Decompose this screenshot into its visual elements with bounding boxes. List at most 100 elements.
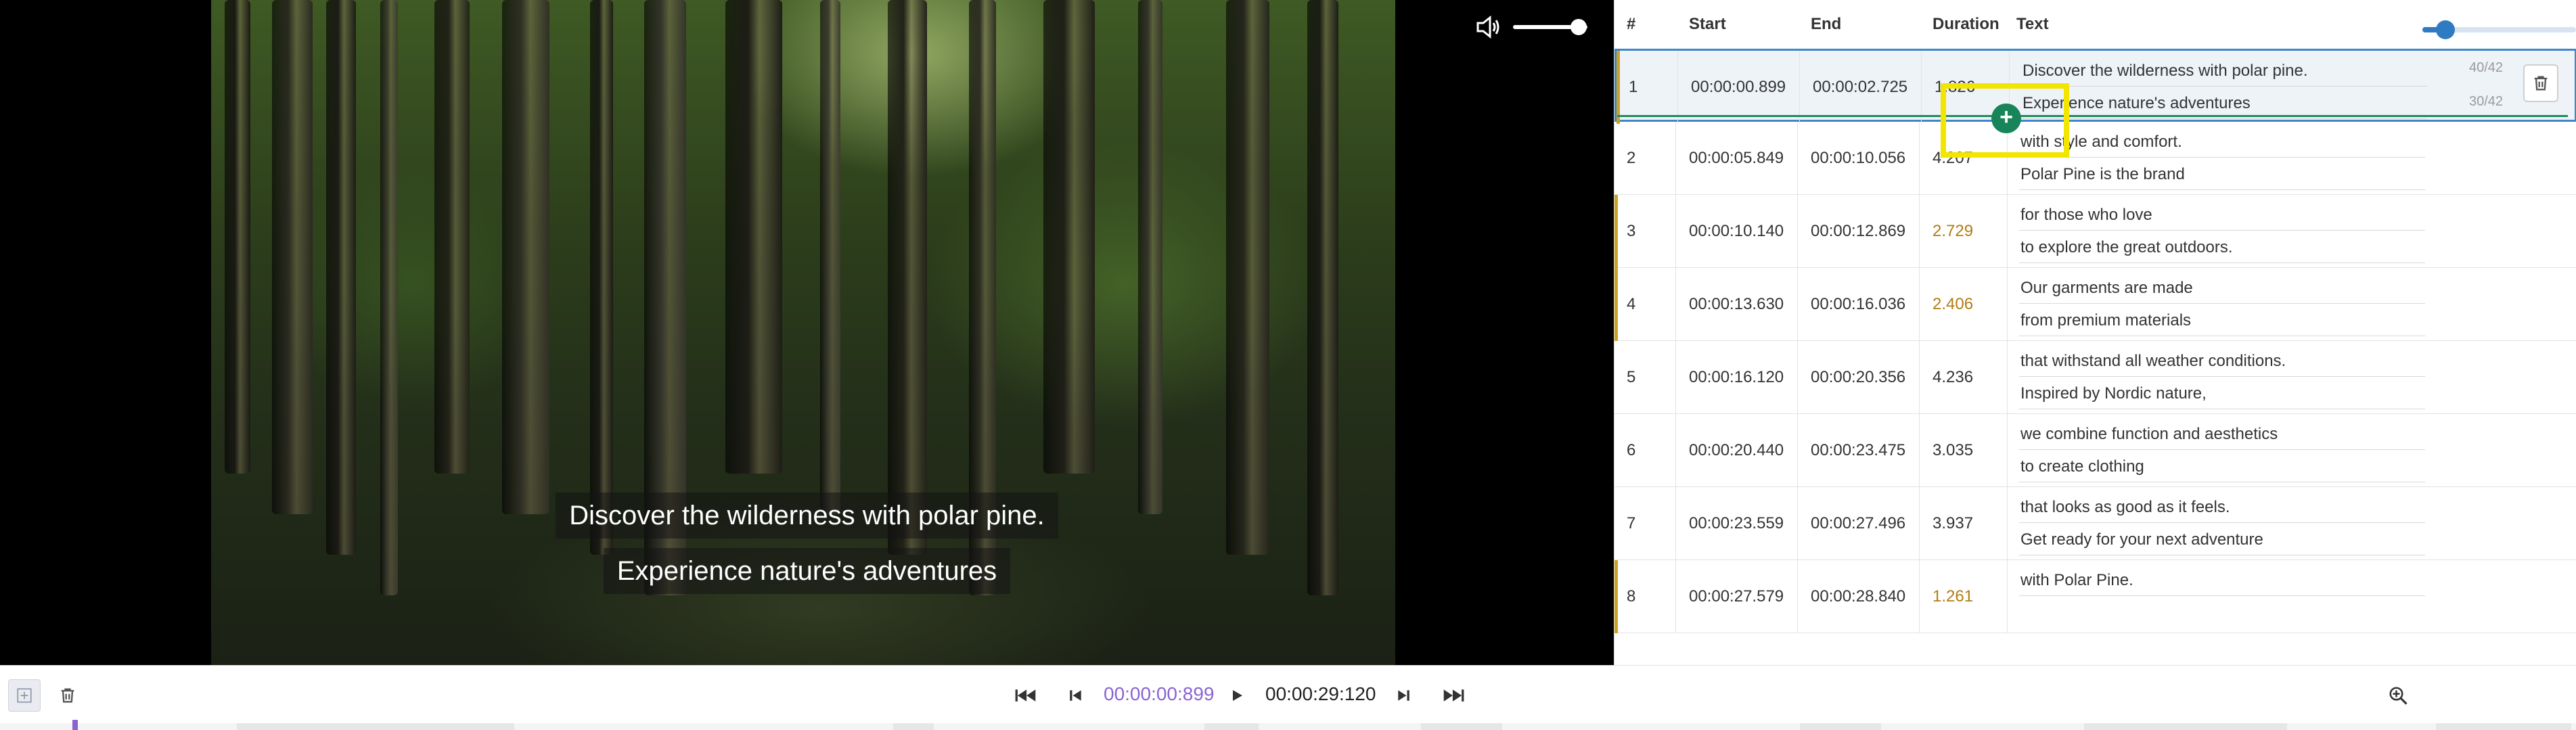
table-row[interactable]: 6 00:00:20.440 00:00:23.475 3.035 we combine… <box>1614 414 2576 487</box>
row-end-time: 00:00:20.356 <box>1811 368 1906 386</box>
subtitle-text-line-2[interactable]: to create clothing <box>2020 457 2144 476</box>
char-count-line-1: 40/42 <box>2469 60 2504 75</box>
timeline-segment[interactable] <box>893 723 934 730</box>
column-divider <box>1675 195 1676 268</box>
row-status-marker <box>1614 341 1618 414</box>
column-divider <box>1919 195 1920 268</box>
column-divider <box>1919 560 1920 633</box>
table-row[interactable]: 5 00:00:16.120 00:00:20.356 4.236 that withs… <box>1614 341 2576 414</box>
row-start-time: 00:00:27.579 <box>1689 587 1784 606</box>
subtitle-text-line-1[interactable]: we combine function and aesthetics <box>2020 425 2278 444</box>
row-end-time: 00:00:10.056 <box>1811 149 1906 167</box>
row-start-time: 00:00:13.630 <box>1689 295 1784 313</box>
add-subtitle-button[interactable] <box>8 679 41 712</box>
row-duration: 1.261 <box>1933 587 1974 606</box>
subtitle-text-line-1[interactable]: for those who love <box>2020 206 2152 225</box>
row-number: 4 <box>1627 295 1636 313</box>
subtitle-overlay: Discover the wilderness with polar pine.… <box>0 493 1614 594</box>
tree-trunk <box>888 0 927 555</box>
mute-icon[interactable] <box>1475 14 1502 41</box>
text-underline <box>2019 376 2425 377</box>
skip-start-button[interactable] <box>1010 679 1042 712</box>
subtitle-text-line-2[interactable]: Polar Pine is the brand <box>2020 165 2185 184</box>
row-start-time: 00:00:23.559 <box>1689 514 1784 532</box>
volume-slider-handle[interactable] <box>1570 19 1587 35</box>
column-divider <box>1797 122 1798 195</box>
tree-trunk <box>1043 0 1095 474</box>
timeline-segment[interactable] <box>2084 723 2287 730</box>
tree-trunk <box>1226 0 1269 555</box>
zoom-in-button[interactable] <box>2382 679 2414 712</box>
delete-subtitle-button[interactable] <box>51 679 84 712</box>
text-underline <box>2019 157 2425 158</box>
step-back-button[interactable] <box>1060 679 1092 712</box>
tree-trunk <box>272 0 313 514</box>
row-start-time: 00:00:16.120 <box>1689 368 1784 386</box>
tree-trunk <box>502 0 549 514</box>
column-divider <box>1797 268 1798 341</box>
text-underline <box>2019 230 2425 231</box>
timeline-segment[interactable] <box>237 723 514 730</box>
column-divider <box>1675 414 1676 487</box>
timeline-segment[interactable] <box>2436 723 2571 730</box>
column-divider <box>1797 487 1798 560</box>
row-end-time: 00:00:28.840 <box>1811 587 1906 606</box>
subtitle-text-line-1[interactable]: that looks as good as it feels. <box>2020 498 2230 517</box>
column-divider <box>2007 268 2008 341</box>
subtitle-text-line-1[interactable]: Discover the wilderness with polar pine. <box>2023 62 2308 81</box>
timeline-segment[interactable] <box>1421 723 1502 730</box>
column-divider <box>1797 341 1798 414</box>
row-status-marker <box>1614 414 1618 487</box>
delete-row-button[interactable] <box>2523 64 2558 102</box>
column-header-num: # <box>1627 15 1636 33</box>
column-divider <box>2007 560 2008 633</box>
row-number: 5 <box>1627 368 1636 386</box>
merge-rows-button[interactable]: + <box>1991 104 2021 133</box>
subtitle-line-1: Discover the wilderness with polar pine. <box>556 493 1058 539</box>
row-start-time: 00:00:05.849 <box>1689 149 1784 167</box>
text-underline <box>2021 86 2427 87</box>
skip-end-icon <box>1443 689 1464 702</box>
timeline-playhead[interactable] <box>72 720 78 730</box>
table-header: # Start End Duration Text <box>1614 0 2576 49</box>
tree-trunk <box>725 0 782 474</box>
subtitle-text-line-1[interactable]: with Polar Pine. <box>2020 571 2133 590</box>
subtitle-text-line-2[interactable]: Get ready for your next adventure <box>2020 530 2263 549</box>
char-count-line-2: 30/42 <box>2469 94 2504 109</box>
column-divider <box>1677 51 1678 124</box>
step-forward-button[interactable] <box>1387 679 1420 712</box>
playback-toolbar: 00:00:00:899 00:00:29:120 <box>0 665 2576 723</box>
column-divider <box>1797 560 1798 633</box>
timeline[interactable] <box>0 723 2576 730</box>
subtitle-text-line-1[interactable]: Our garments are made <box>2020 279 2193 298</box>
zoom-slider-handle[interactable] <box>2436 20 2456 39</box>
table-row[interactable]: 2 00:00:05.849 00:00:10.056 4.207 with style… <box>1614 122 2576 195</box>
row-status-marker <box>1614 487 1618 560</box>
row-start-time: 00:00:10.140 <box>1689 222 1784 240</box>
table-row[interactable]: 1 00:00:00.899 00:00:02.725 1.826 Discover t… <box>1614 49 2576 124</box>
subtitle-text-line-2[interactable]: from premium materials <box>2020 311 2191 330</box>
subtitle-text-line-1[interactable]: that withstand all weather conditions. <box>2020 352 2286 371</box>
table-row[interactable]: 3 00:00:10.140 00:00:12.869 2.729 for those … <box>1614 195 2576 268</box>
table-row[interactable]: 7 00:00:23.559 00:00:27.496 3.937 that looks… <box>1614 487 2576 560</box>
table-row[interactable]: 4 00:00:13.630 00:00:16.036 2.406 Our garmen… <box>1614 268 2576 341</box>
text-underline <box>2019 449 2425 450</box>
timeline-segment[interactable] <box>1800 723 1881 730</box>
column-divider <box>1675 341 1676 414</box>
column-divider <box>1919 341 1920 414</box>
row-end-time: 00:00:23.475 <box>1811 441 1906 459</box>
subtitle-text-line-2[interactable]: to explore the great outdoors. <box>2020 238 2233 257</box>
column-header-start: Start <box>1689 15 1726 33</box>
row-end-time: 00:00:16.036 <box>1811 295 1906 313</box>
timeline-segment[interactable] <box>1204 723 1259 730</box>
subtitle-text-line-2[interactable]: Inspired by Nordic nature, <box>2020 384 2207 403</box>
skip-end-button[interactable] <box>1437 679 1470 712</box>
video-player[interactable]: Discover the wilderness with polar pine.… <box>0 0 1614 665</box>
table-row[interactable]: 8 00:00:27.579 00:00:28.840 1.261 with Polar… <box>1614 560 2576 633</box>
column-header-end: End <box>1811 15 1842 33</box>
tree-trunk <box>225 0 250 474</box>
column-divider <box>1797 195 1798 268</box>
column-header-text: Text <box>2016 15 2049 33</box>
row-duration: 2.406 <box>1933 295 1974 313</box>
play-button[interactable] <box>1221 679 1253 712</box>
